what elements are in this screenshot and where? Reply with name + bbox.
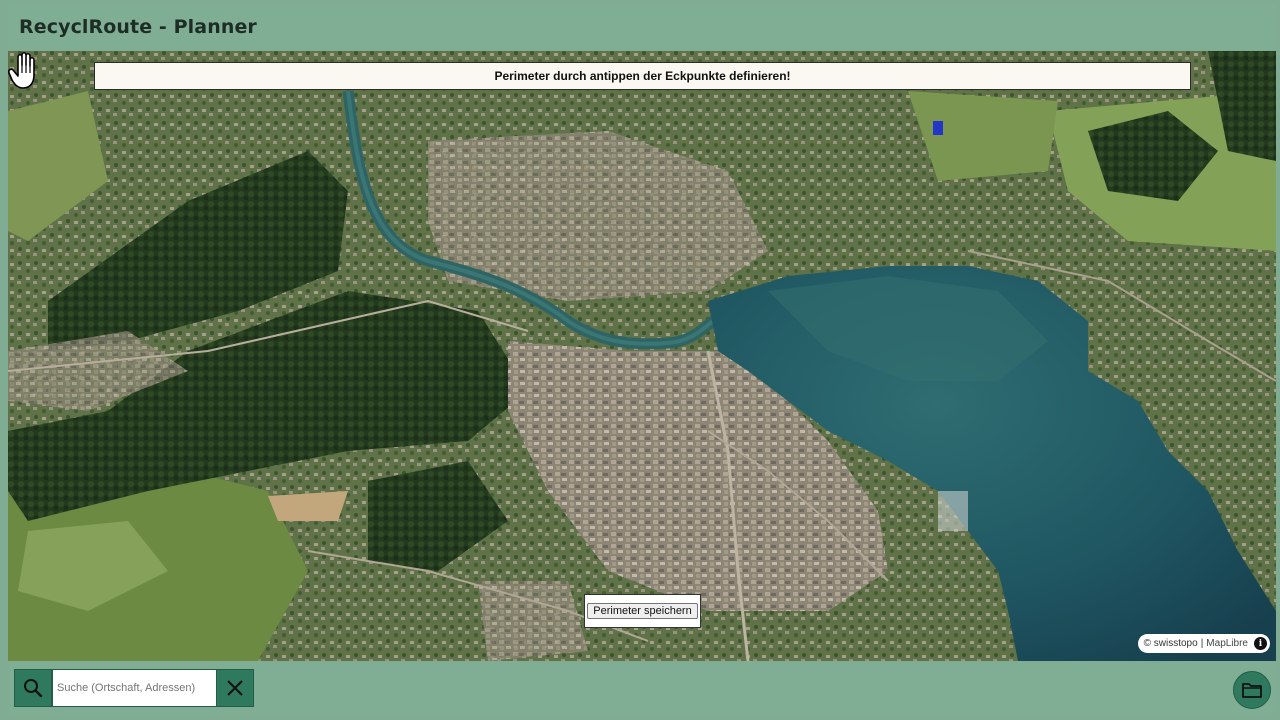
map-view[interactable]: Perimeter durch antippen der Eckpunkte d… [8,51,1276,661]
search-icon [24,679,43,698]
close-icon [227,680,243,696]
clear-search-button[interactable] [216,669,254,707]
instruction-banner: Perimeter durch antippen der Eckpunkte d… [94,62,1191,90]
folder-icon [1242,683,1262,698]
search-button[interactable] [14,669,52,707]
map-attribution: © swisstopo | MapLibre i [1137,634,1270,653]
aerial-map-imagery [8,51,1276,661]
save-perimeter-panel: Perimeter speichern [584,594,701,628]
app-header: RecyclRoute - Planner [8,4,1276,50]
info-icon[interactable]: i [1254,637,1267,650]
attribution-source[interactable]: © swisstopo [1144,638,1198,649]
search-input[interactable] [52,669,217,707]
app-frame: RecyclRoute - Planner Perimeter durch an… [0,0,1280,720]
save-perimeter-button[interactable]: Perimeter speichern [587,603,698,619]
attribution-separator: | [1200,638,1204,649]
bottom-toolbar [8,662,1276,714]
hand-cursor-icon [8,51,35,89]
app-title: RecyclRoute - Planner [19,16,257,38]
attribution-library-link[interactable]: MapLibre [1206,638,1248,649]
open-folder-button[interactable] [1233,671,1271,709]
